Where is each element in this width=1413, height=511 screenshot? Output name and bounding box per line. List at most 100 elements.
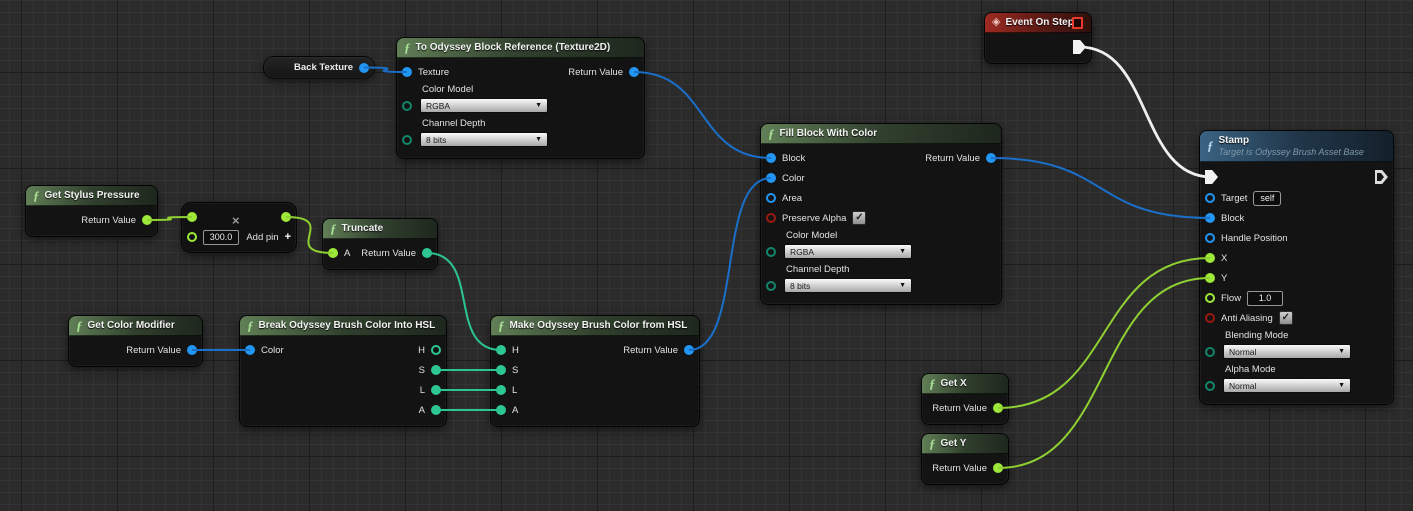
get-stylus-pressure[interactable]: ƒGet Stylus PressureReturn Value <box>25 185 158 237</box>
truncate-a-pin[interactable] <box>328 248 338 258</box>
mult-b-pin[interactable] <box>187 232 197 242</box>
event-on-step[interactable]: ◈Event On Step <box>984 12 1092 64</box>
get-y-header[interactable]: ƒGet Y <box>922 434 1008 454</box>
anti-aliasing-pin[interactable] <box>1205 313 1215 323</box>
area-pin[interactable] <box>766 193 776 203</box>
mult-out-pin[interactable] <box>281 212 291 222</box>
stamp[interactable]: ƒStampTarget is Odyssey Brush Asset Base… <box>1199 130 1394 405</box>
anti-aliasing-checkbox[interactable]: ✓ <box>1279 311 1293 325</box>
getcolormod-rv-pin[interactable] <box>187 345 197 355</box>
fill-color-pin[interactable] <box>766 173 776 183</box>
truncate[interactable]: ƒTruncateAReturn Value <box>322 218 438 270</box>
event-on-step-header[interactable]: ◈Event On Step <box>985 13 1091 33</box>
to-odyssey-block-reference-header[interactable]: ƒTo Odyssey Block Reference (Texture2D) <box>397 38 644 58</box>
flow-field[interactable]: 1.0 <box>1247 291 1283 306</box>
stamp-x-pin[interactable] <box>1205 253 1215 263</box>
break-color-pin[interactable] <box>245 345 255 355</box>
channel-depth-dropdown[interactable]: 8 bits▼ <box>420 132 548 147</box>
channel-depth-dropdown[interactable]: 8 bits▼ <box>784 278 912 293</box>
dropdown-arrow-icon: ▼ <box>899 248 906 255</box>
break-s-pin[interactable] <box>431 365 441 375</box>
handle-position-label: Handle Position <box>1221 233 1288 244</box>
get-stylus-pressure-header[interactable]: ƒGet Stylus Pressure <box>26 186 157 206</box>
get-x-header[interactable]: ƒGet X <box>922 374 1008 394</box>
back-texture[interactable]: Back Texture <box>263 56 375 79</box>
stylus-rv-pin[interactable] <box>142 215 152 225</box>
preserve-alpha-checkbox[interactable]: ✓ <box>852 211 866 225</box>
make-s-pin[interactable] <box>496 365 506 375</box>
node-row: Area <box>761 188 1001 208</box>
break-odyssey-brush-color-into-hsl[interactable]: ƒBreak Odyssey Brush Color Into HSLColor… <box>239 315 447 427</box>
truncate-rv-pin[interactable] <box>422 248 432 258</box>
function-icon: ƒ <box>498 320 505 332</box>
handle-position-pin[interactable] <box>1205 233 1215 243</box>
preserve-alpha-pin[interactable] <box>766 213 776 223</box>
make-h-pin[interactable] <box>496 345 506 355</box>
break-a-pin[interactable] <box>431 405 441 415</box>
get-color-modifier-header[interactable]: ƒGet Color Modifier <box>69 316 202 336</box>
target-pin[interactable] <box>1205 193 1215 203</box>
target-value[interactable]: self <box>1253 191 1281 206</box>
stamp-block-pin[interactable] <box>1205 213 1215 223</box>
color-model-dropdown[interactable]: RGBA▼ <box>784 244 912 259</box>
alpha-mode-pin[interactable] <box>1205 381 1215 391</box>
stamp-y-pin[interactable] <box>1205 273 1215 283</box>
color-model-dropdown[interactable]: RGBA▼ <box>420 98 548 113</box>
stamp-title: Stamp <box>1219 134 1364 147</box>
stamp-execin-exec-pin[interactable] <box>1205 170 1218 184</box>
color-model-pin[interactable] <box>766 247 776 257</box>
flow-label: Flow <box>1221 293 1241 304</box>
blueprint-graph-canvas[interactable]: Back Texture ƒTo Odyssey Block Reference … <box>0 0 1413 511</box>
alpha-mode-dropdown-value: Normal <box>1229 381 1256 391</box>
backtexture-out-pin[interactable] <box>359 63 369 73</box>
event-exec-exec-pin[interactable] <box>1073 40 1086 54</box>
alpha-mode-label: Alpha Mode <box>1225 364 1393 376</box>
to-odyssey-block-reference[interactable]: ƒTo Odyssey Block Reference (Texture2D)T… <box>396 37 645 159</box>
truncate-header[interactable]: ƒTruncate <box>323 219 437 239</box>
override-indicator-icon <box>1072 17 1083 29</box>
fill-block-pin[interactable] <box>766 153 776 163</box>
get-y[interactable]: ƒGet YReturn Value <box>921 433 1009 485</box>
make-l-pin[interactable] <box>496 385 506 395</box>
blending-mode-pin[interactable] <box>1205 347 1215 357</box>
color-model-pin[interactable] <box>402 101 412 111</box>
color-model-row: Color ModelRGBA▼ <box>397 84 644 113</box>
toodyssey-texture-pin[interactable] <box>402 67 412 77</box>
fill-block-with-color[interactable]: ƒFill Block With ColorBlockReturn ValueC… <box>760 123 1002 305</box>
return-value-label: Return Value <box>126 345 181 356</box>
event-icon: ◈ <box>992 17 1000 28</box>
node-row: Preserve Alpha✓ <box>761 208 1001 228</box>
flow-pin[interactable] <box>1205 293 1215 303</box>
function-icon: ƒ <box>247 320 254 332</box>
channel-depth-pin[interactable] <box>766 281 776 291</box>
stamp-execout-exec-pin[interactable] <box>1375 170 1388 184</box>
make-odyssey-brush-color-from-hsl[interactable]: ƒMake Odyssey Brush Color from HSLHRetur… <box>490 315 700 427</box>
stamp-header[interactable]: ƒStampTarget is Odyssey Brush Asset Base <box>1200 131 1393 162</box>
gety-rv-pin[interactable] <box>993 463 1003 473</box>
fill-block-with-color-header[interactable]: ƒFill Block With Color <box>761 124 1001 144</box>
blending-mode-dropdown[interactable]: Normal▼ <box>1223 344 1351 359</box>
node-row: Return Value <box>69 340 202 360</box>
getx-rv-pin[interactable] <box>993 403 1003 413</box>
break-l-pin[interactable] <box>431 385 441 395</box>
add-pin-icon[interactable]: + <box>285 231 291 243</box>
break-h-pin[interactable] <box>431 345 441 355</box>
node-row: A <box>491 400 699 420</box>
toodyssey-rv-pin[interactable] <box>629 67 639 77</box>
alpha-mode-dropdown[interactable]: Normal▼ <box>1223 378 1351 393</box>
break-odyssey-brush-color-into-hsl-header[interactable]: ƒBreak Odyssey Brush Color Into HSL <box>240 316 446 336</box>
get-x[interactable]: ƒGet X Return Value <box>921 373 1009 425</box>
multiply[interactable]: 300.0Add pin+× <box>181 202 297 253</box>
wire-toodyssey-rv-to-fill-block <box>634 72 771 158</box>
make-a-pin[interactable] <box>496 405 506 415</box>
make-odyssey-brush-color-from-hsl-header[interactable]: ƒMake Odyssey Brush Color from HSL <box>491 316 699 336</box>
fill-rv-pin[interactable] <box>986 153 996 163</box>
mult-a-pin[interactable] <box>187 212 197 222</box>
make-rv-pin[interactable] <box>684 345 694 355</box>
anti-aliasing-label: Anti Aliasing <box>1221 313 1273 324</box>
function-icon: ƒ <box>76 320 83 332</box>
value-field[interactable]: 300.0 <box>203 230 239 245</box>
node-row: Return Value <box>922 398 1008 418</box>
channel-depth-pin[interactable] <box>402 135 412 145</box>
get-color-modifier[interactable]: ƒGet Color Modifier Return Value <box>68 315 203 367</box>
